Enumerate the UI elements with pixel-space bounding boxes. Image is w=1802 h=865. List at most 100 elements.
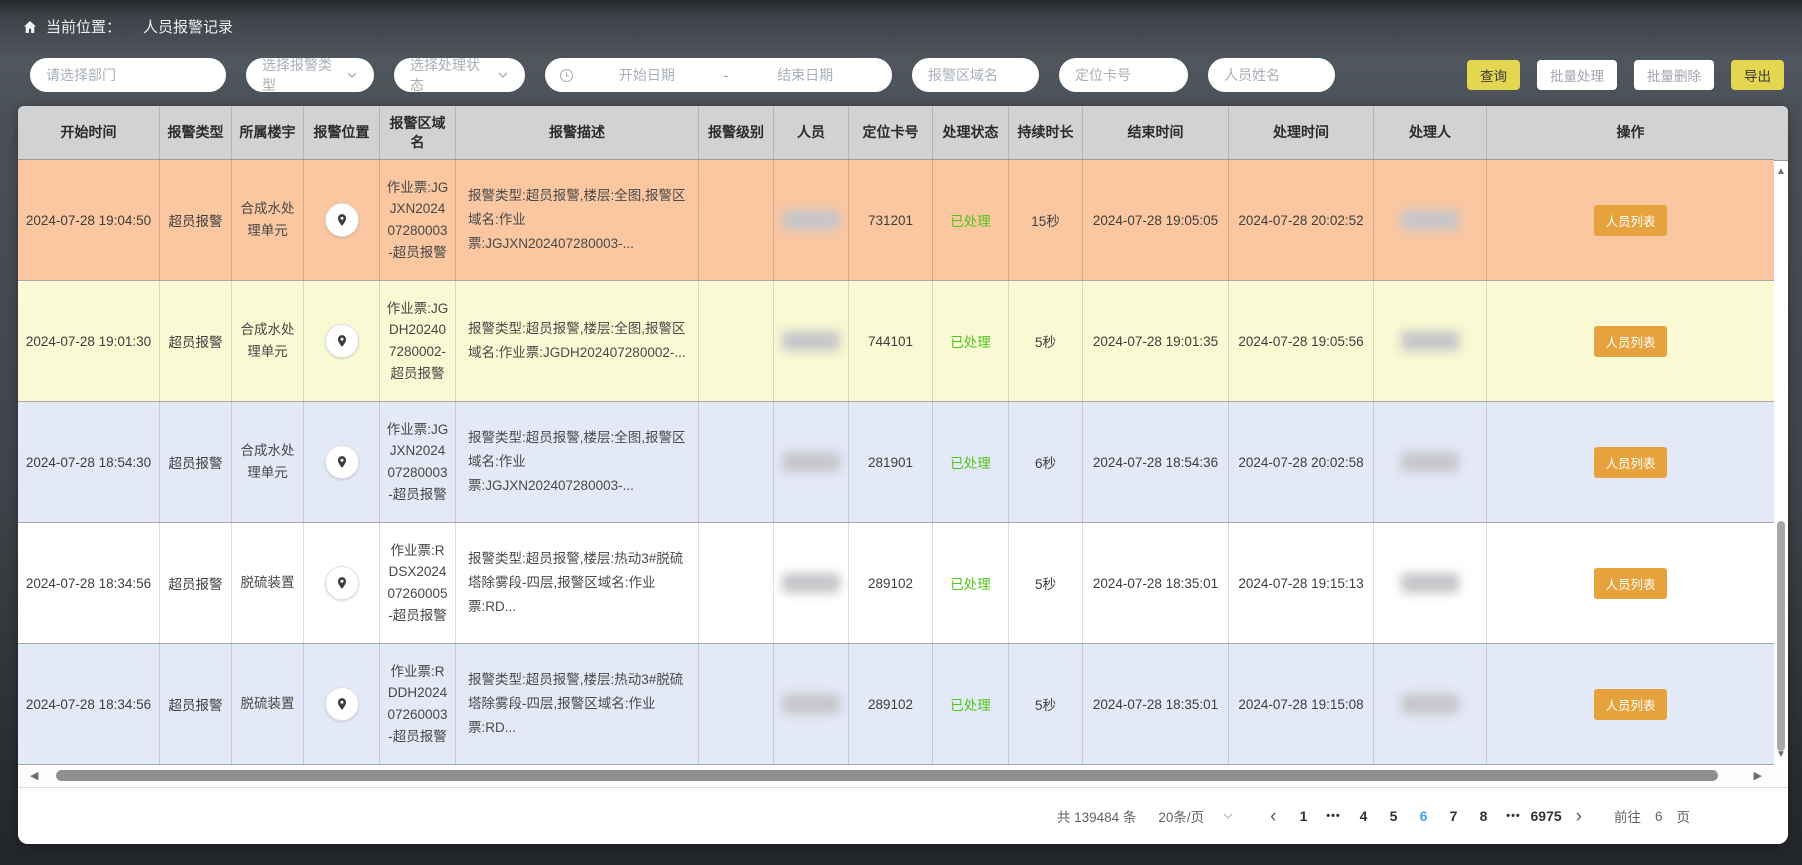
prev-page-button[interactable]: ‹ — [1258, 807, 1288, 826]
page-ellipsis[interactable]: ••• — [1319, 810, 1349, 822]
redacted-person-name — [782, 573, 840, 593]
page-number-8[interactable]: 8 — [1469, 808, 1499, 824]
location-pin-icon[interactable] — [325, 324, 359, 358]
page-size-select[interactable]: 20条/页 — [1158, 806, 1234, 826]
cell-person — [774, 160, 849, 280]
cell-process-time: 2024-07-28 19:15:08 — [1229, 644, 1374, 764]
vertical-scroll-thumb[interactable] — [1777, 521, 1785, 751]
person-list-button[interactable]: 人员列表 — [1594, 568, 1666, 599]
cell-process-time: 2024-07-28 20:02:58 — [1229, 402, 1374, 522]
page-title: 人员报警记录 — [143, 16, 233, 37]
department-input[interactable] — [30, 58, 226, 92]
page-list: 1•••45678•••6975 — [1289, 808, 1564, 824]
cell-start-time: 2024-07-28 18:34:56 — [18, 523, 160, 643]
page-number-1[interactable]: 1 — [1289, 808, 1319, 824]
cell-description: 报警类型:超员报警,楼层:热动3#脱硫塔除雾段-四层,报警区域名:作业票:RD.… — [456, 523, 699, 643]
redacted-processor-name — [1401, 573, 1459, 593]
cell-area-name: 作业票:JGJXN202407280003-超员报警 — [380, 402, 456, 522]
cell-alarm-location — [304, 281, 380, 401]
chevron-down-icon — [346, 69, 358, 81]
horizontal-scrollbar[interactable]: ◀ ▶ — [18, 765, 1788, 787]
person-name-input[interactable] — [1208, 58, 1335, 92]
cell-processor — [1374, 160, 1487, 280]
cell-actions: 人员列表 — [1487, 160, 1774, 280]
scroll-up-icon[interactable]: ▲ — [1774, 166, 1788, 177]
cell-description: 报警类型:超员报警,楼层:全图,报警区域名:作业票:JGJXN202407280… — [456, 402, 699, 522]
cell-process-time: 2024-07-28 20:02:52 — [1229, 160, 1374, 280]
alarm-type-select[interactable]: 选择报警类型 — [246, 58, 374, 92]
table-row[interactable]: 2024-07-28 18:34:56 超员报警 脱硫装置 作业票:RDDH20… — [18, 644, 1774, 765]
goto-page-input[interactable]: 6 — [1655, 809, 1663, 824]
location-pin-icon[interactable] — [325, 203, 359, 237]
goto-label: 前往 — [1614, 806, 1641, 826]
cell-end-time: 2024-07-28 18:35:01 — [1083, 644, 1229, 764]
cell-description: 报警类型:超员报警,楼层:全图,报警区域名:作业票:JGDH2024072800… — [456, 281, 699, 401]
cell-person — [774, 402, 849, 522]
export-button[interactable]: 导出 — [1731, 60, 1784, 90]
page-number-6[interactable]: 6 — [1409, 808, 1439, 824]
batch-delete-button[interactable]: 批量删除 — [1634, 60, 1714, 90]
cell-card-number: 281901 — [849, 402, 933, 522]
page-ellipsis[interactable]: ••• — [1499, 810, 1529, 822]
chevron-down-icon — [497, 69, 509, 81]
date-range-picker[interactable]: 开始日期 - 结束日期 — [545, 58, 892, 92]
process-status-select[interactable]: 选择处理状态 — [394, 58, 525, 92]
column-header-5: 报警描述 — [456, 106, 699, 159]
table-row[interactable]: 2024-07-28 19:04:50 超员报警 合成水处理单元 作业票:JGJ… — [18, 160, 1774, 281]
redacted-person-name — [782, 452, 840, 472]
cell-alarm-type: 超员报警 — [160, 402, 232, 522]
scroll-left-icon[interactable]: ◀ — [30, 769, 38, 782]
query-button[interactable]: 查询 — [1467, 60, 1520, 90]
page-size-value: 20条/页 — [1158, 806, 1204, 826]
column-header-8: 定位卡号 — [849, 106, 933, 159]
redacted-processor-name — [1401, 694, 1459, 714]
cell-card-number: 731201 — [849, 160, 933, 280]
page-number-7[interactable]: 7 — [1439, 808, 1469, 824]
table-body: 2024-07-28 19:04:50 超员报警 合成水处理单元 作业票:JGJ… — [18, 160, 1788, 765]
vertical-scrollbar[interactable]: ▲ ▼ — [1774, 106, 1788, 765]
scroll-down-icon[interactable]: ▼ — [1774, 749, 1788, 760]
cell-processor — [1374, 402, 1487, 522]
cell-card-number: 289102 — [849, 644, 933, 764]
table-row[interactable]: 2024-07-28 18:34:56 超员报警 脱硫装置 作业票:RDSX20… — [18, 523, 1774, 644]
cell-duration: 5秒 — [1009, 523, 1083, 643]
batch-process-button[interactable]: 批量处理 — [1537, 60, 1617, 90]
next-page-button[interactable]: › — [1564, 807, 1594, 826]
home-icon — [22, 19, 38, 35]
cell-alarm-location — [304, 644, 380, 764]
card-number-input[interactable] — [1059, 58, 1188, 92]
cell-description: 报警类型:超员报警,楼层:全图,报警区域名:作业票:JGJXN202407280… — [456, 160, 699, 280]
page-number-5[interactable]: 5 — [1379, 808, 1409, 824]
cell-process-time: 2024-07-28 19:05:56 — [1229, 281, 1374, 401]
person-list-button[interactable]: 人员列表 — [1594, 689, 1666, 720]
start-date-placeholder: 开始日期 — [574, 65, 720, 85]
horizontal-scroll-thumb[interactable] — [56, 770, 1718, 781]
clock-icon — [559, 68, 574, 83]
redacted-processor-name — [1401, 452, 1459, 472]
person-list-button[interactable]: 人员列表 — [1594, 326, 1666, 357]
person-list-button[interactable]: 人员列表 — [1594, 205, 1666, 236]
scroll-right-icon[interactable]: ▶ — [1754, 769, 1762, 782]
alarm-area-input[interactable] — [912, 58, 1039, 92]
cell-actions: 人员列表 — [1487, 402, 1774, 522]
person-list-button[interactable]: 人员列表 — [1594, 447, 1666, 478]
column-header-4: 报警区域名 — [380, 106, 456, 159]
cell-building: 合成水处理单元 — [232, 160, 304, 280]
table-row[interactable]: 2024-07-28 18:54:30 超员报警 合成水处理单元 作业票:JGJ… — [18, 402, 1774, 523]
location-pin-icon[interactable] — [325, 687, 359, 721]
column-header-13: 处理人 — [1374, 106, 1487, 159]
cell-end-time: 2024-07-28 19:01:35 — [1083, 281, 1229, 401]
cell-status: 已处理 — [933, 523, 1009, 643]
table-row[interactable]: 2024-07-28 19:01:30 超员报警 合成水处理单元 作业票:JGD… — [18, 281, 1774, 402]
column-header-9: 处理状态 — [933, 106, 1009, 159]
page-number-4[interactable]: 4 — [1349, 808, 1379, 824]
page-number-6975[interactable]: 6975 — [1529, 808, 1564, 824]
redacted-person-name — [782, 210, 840, 230]
cell-alarm-level — [699, 402, 774, 522]
cell-card-number: 744101 — [849, 281, 933, 401]
column-header-1: 报警类型 — [160, 106, 232, 159]
location-pin-icon[interactable] — [325, 445, 359, 479]
location-pin-icon[interactable] — [325, 566, 359, 600]
cell-duration: 5秒 — [1009, 644, 1083, 764]
cell-alarm-type: 超员报警 — [160, 160, 232, 280]
